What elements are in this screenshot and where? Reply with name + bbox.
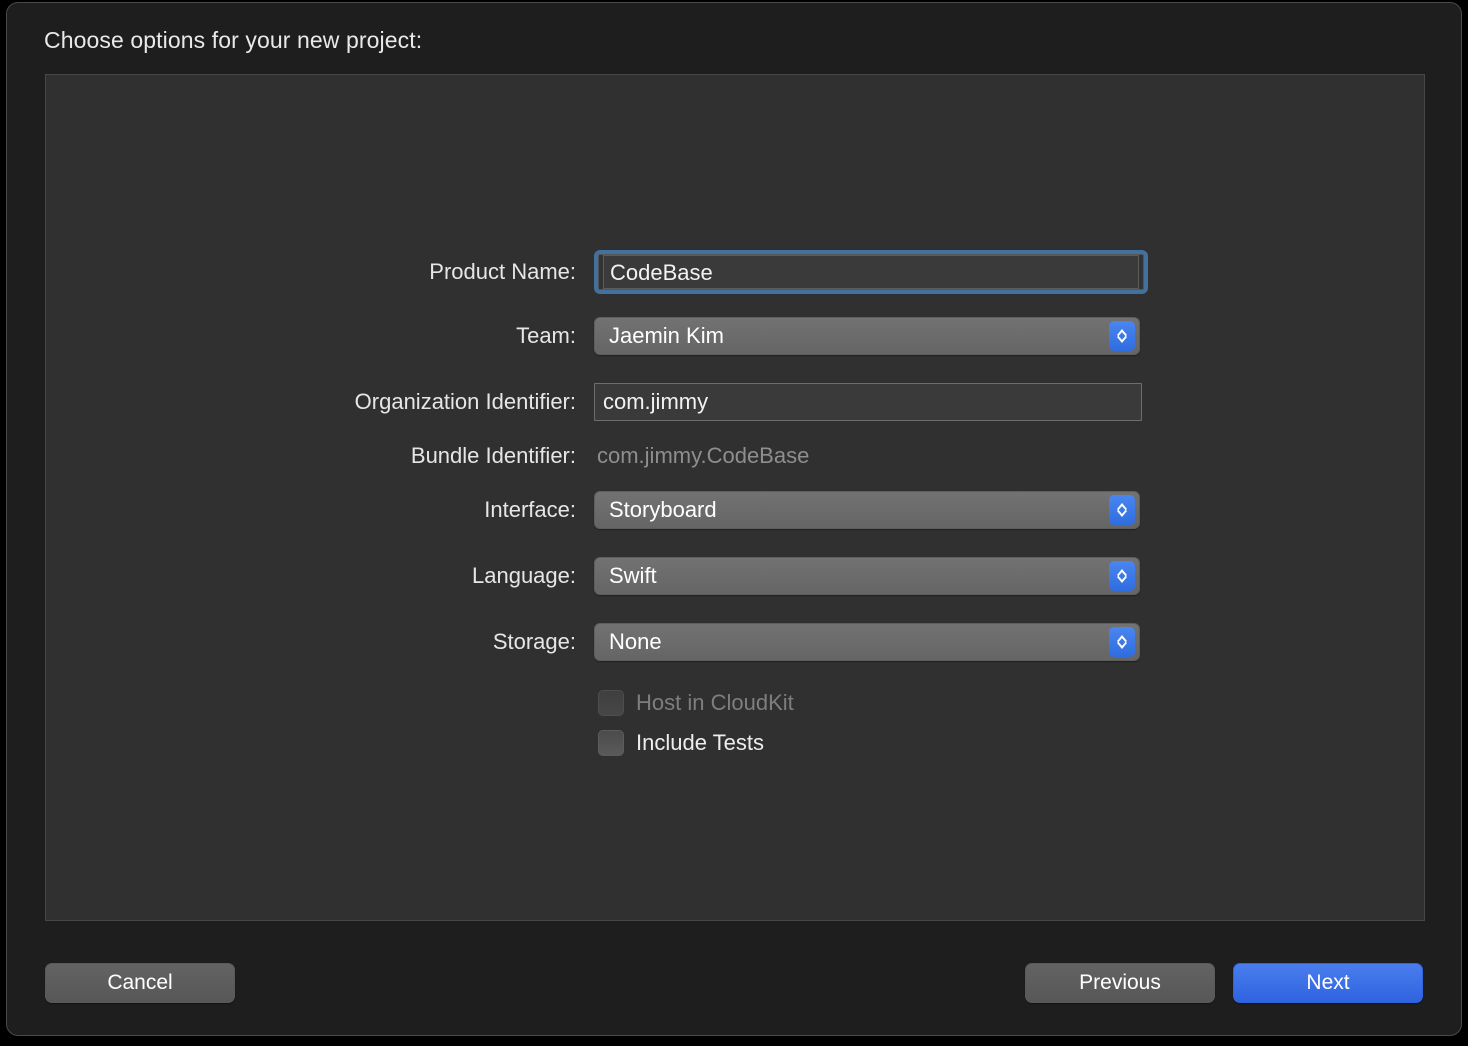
text-input-value: com.jimmy <box>603 389 708 415</box>
stepper-icon[interactable] <box>1109 627 1135 657</box>
popup-value: Storyboard <box>609 497 717 523</box>
chevron-updown-icon <box>1115 567 1129 585</box>
chevron-updown-icon <box>1115 633 1129 651</box>
field-control: Jaemin Kim <box>594 317 1140 355</box>
form-row: Organization Identifier: com.jimmy <box>46 380 1424 424</box>
popup-button[interactable]: Jaemin Kim <box>594 317 1140 355</box>
field-control: Storyboard <box>594 491 1140 529</box>
readonly-value: com.jimmy.CodeBase <box>594 443 809 469</box>
new-project-options-dialog: Choose options for your new project: Pro… <box>6 2 1462 1036</box>
next-button[interactable]: Next <box>1233 963 1423 1003</box>
checkbox-row: Host in CloudKit <box>598 690 794 716</box>
checkbox-label: Host in CloudKit <box>636 690 794 716</box>
field-control: CodeBase <box>594 250 1148 294</box>
checkbox-label: Include Tests <box>636 730 764 756</box>
field-control: com.jimmy <box>594 383 1142 421</box>
field-label: Storage: <box>46 629 594 655</box>
popup-button[interactable]: None <box>594 623 1140 661</box>
field-label: Language: <box>46 563 594 589</box>
checkbox-icon <box>598 690 624 716</box>
form-row: Bundle Identifier:com.jimmy.CodeBase <box>46 434 1424 478</box>
field-control: Swift <box>594 557 1140 595</box>
cancel-button[interactable]: Cancel <box>45 963 235 1003</box>
popup-value: Jaemin Kim <box>609 323 724 349</box>
form-row: Language: Swift <box>46 554 1424 598</box>
field-control: com.jimmy.CodeBase <box>594 443 809 469</box>
text-input[interactable]: com.jimmy <box>594 383 1142 421</box>
field-control: None <box>594 623 1140 661</box>
stepper-icon[interactable] <box>1109 495 1135 525</box>
stepper-icon[interactable] <box>1109 561 1135 591</box>
field-label: Organization Identifier: <box>46 389 594 415</box>
form-row: Interface: Storyboard <box>46 488 1424 532</box>
options-panel: Product Name: CodeBase Team: Jaemin Kim Orga… <box>45 74 1425 921</box>
form-row: Product Name: CodeBase <box>46 250 1424 294</box>
field-label: Bundle Identifier: <box>46 443 594 469</box>
chevron-updown-icon <box>1115 327 1129 345</box>
popup-value: Swift <box>609 563 657 589</box>
chevron-updown-icon <box>1115 501 1129 519</box>
field-label: Interface: <box>46 497 594 523</box>
page-title: Choose options for your new project: <box>44 27 422 54</box>
form-row: Team: Jaemin Kim <box>46 314 1424 358</box>
text-input-value: CodeBase <box>603 255 1139 289</box>
popup-button[interactable]: Storyboard <box>594 491 1140 529</box>
text-input[interactable]: CodeBase <box>594 250 1148 294</box>
field-label: Product Name: <box>46 259 594 285</box>
form-row: Storage: None <box>46 620 1424 664</box>
previous-button[interactable]: Previous <box>1025 963 1215 1003</box>
checkbox-row[interactable]: Include Tests <box>598 730 764 756</box>
popup-button[interactable]: Swift <box>594 557 1140 595</box>
checkbox-icon[interactable] <box>598 730 624 756</box>
popup-value: None <box>609 629 662 655</box>
field-label: Team: <box>46 323 594 349</box>
stepper-icon[interactable] <box>1109 321 1135 351</box>
